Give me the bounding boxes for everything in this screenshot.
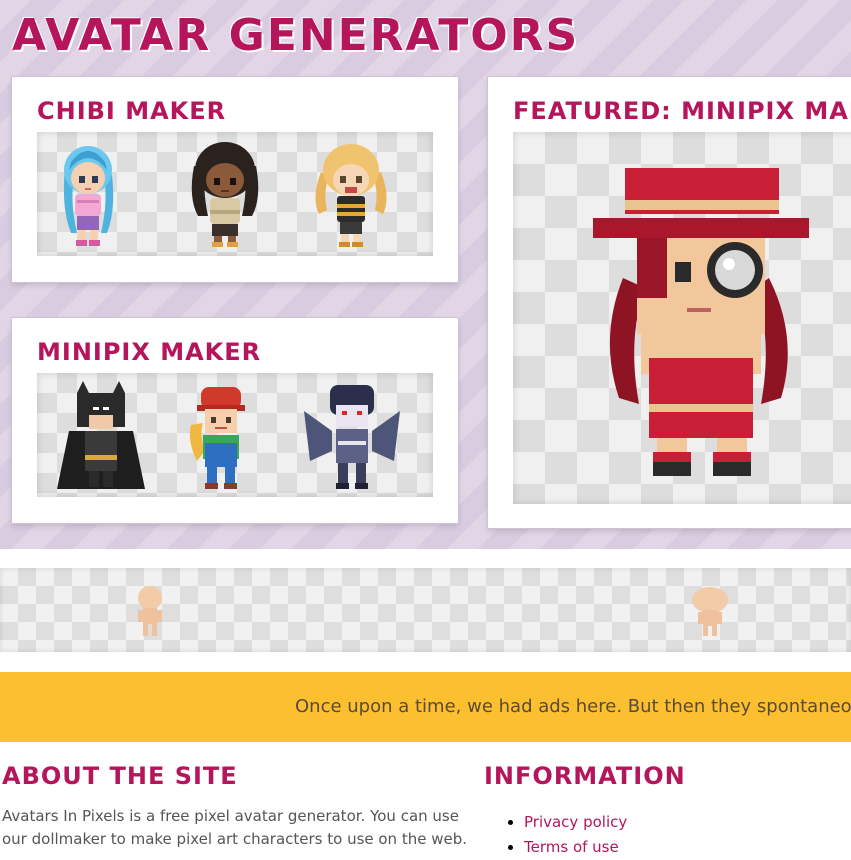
batman-minipix-avatar[interactable]: [55, 381, 147, 491]
blue-hair-chibi-avatar[interactable]: [57, 138, 119, 250]
minipix-preview-area[interactable]: [37, 373, 433, 497]
chibi-maker-card[interactable]: Chibi Maker: [12, 77, 458, 282]
chibi-preview-area[interactable]: [37, 132, 433, 256]
list-item: Terms of use: [524, 835, 627, 860]
dark-skin-chibi-avatar[interactable]: [180, 138, 270, 250]
information-links: Privacy policy Terms of use: [504, 810, 627, 860]
about-title: About the Site: [2, 762, 238, 790]
information-title: Information: [484, 762, 686, 790]
blonde-chibi-avatar[interactable]: [305, 138, 397, 250]
red-hat-monocle-minipix-avatar[interactable]: [593, 168, 813, 484]
base-figure-left[interactable]: [136, 586, 164, 638]
chibi-maker-title[interactable]: Chibi Maker: [37, 97, 226, 125]
featured-title[interactable]: Featured: Minipix Maker: [513, 97, 851, 125]
list-item: Privacy policy: [524, 810, 627, 835]
featured-card[interactable]: Featured: Minipix Maker: [488, 77, 851, 528]
terms-of-use-link[interactable]: Terms of use: [524, 838, 619, 856]
page-title: Avatar Generators: [12, 10, 580, 61]
ad-banner: Once upon a time, we had ads here. But t…: [0, 672, 851, 742]
red-cap-minipix-avatar[interactable]: [187, 381, 253, 493]
minipix-maker-title[interactable]: Minipix Maker: [37, 338, 261, 366]
privacy-policy-link[interactable]: Privacy policy: [524, 813, 627, 831]
ad-banner-text: Once upon a time, we had ads here. But t…: [295, 696, 851, 717]
base-figure-right[interactable]: [690, 586, 730, 638]
featured-preview-area[interactable]: [513, 132, 851, 504]
winged-minipix-avatar[interactable]: [302, 381, 402, 493]
minipix-maker-card[interactable]: Minipix Maker: [12, 318, 458, 523]
base-figure-strip: [0, 568, 851, 652]
about-text: Avatars In Pixels is a free pixel avatar…: [2, 807, 468, 848]
